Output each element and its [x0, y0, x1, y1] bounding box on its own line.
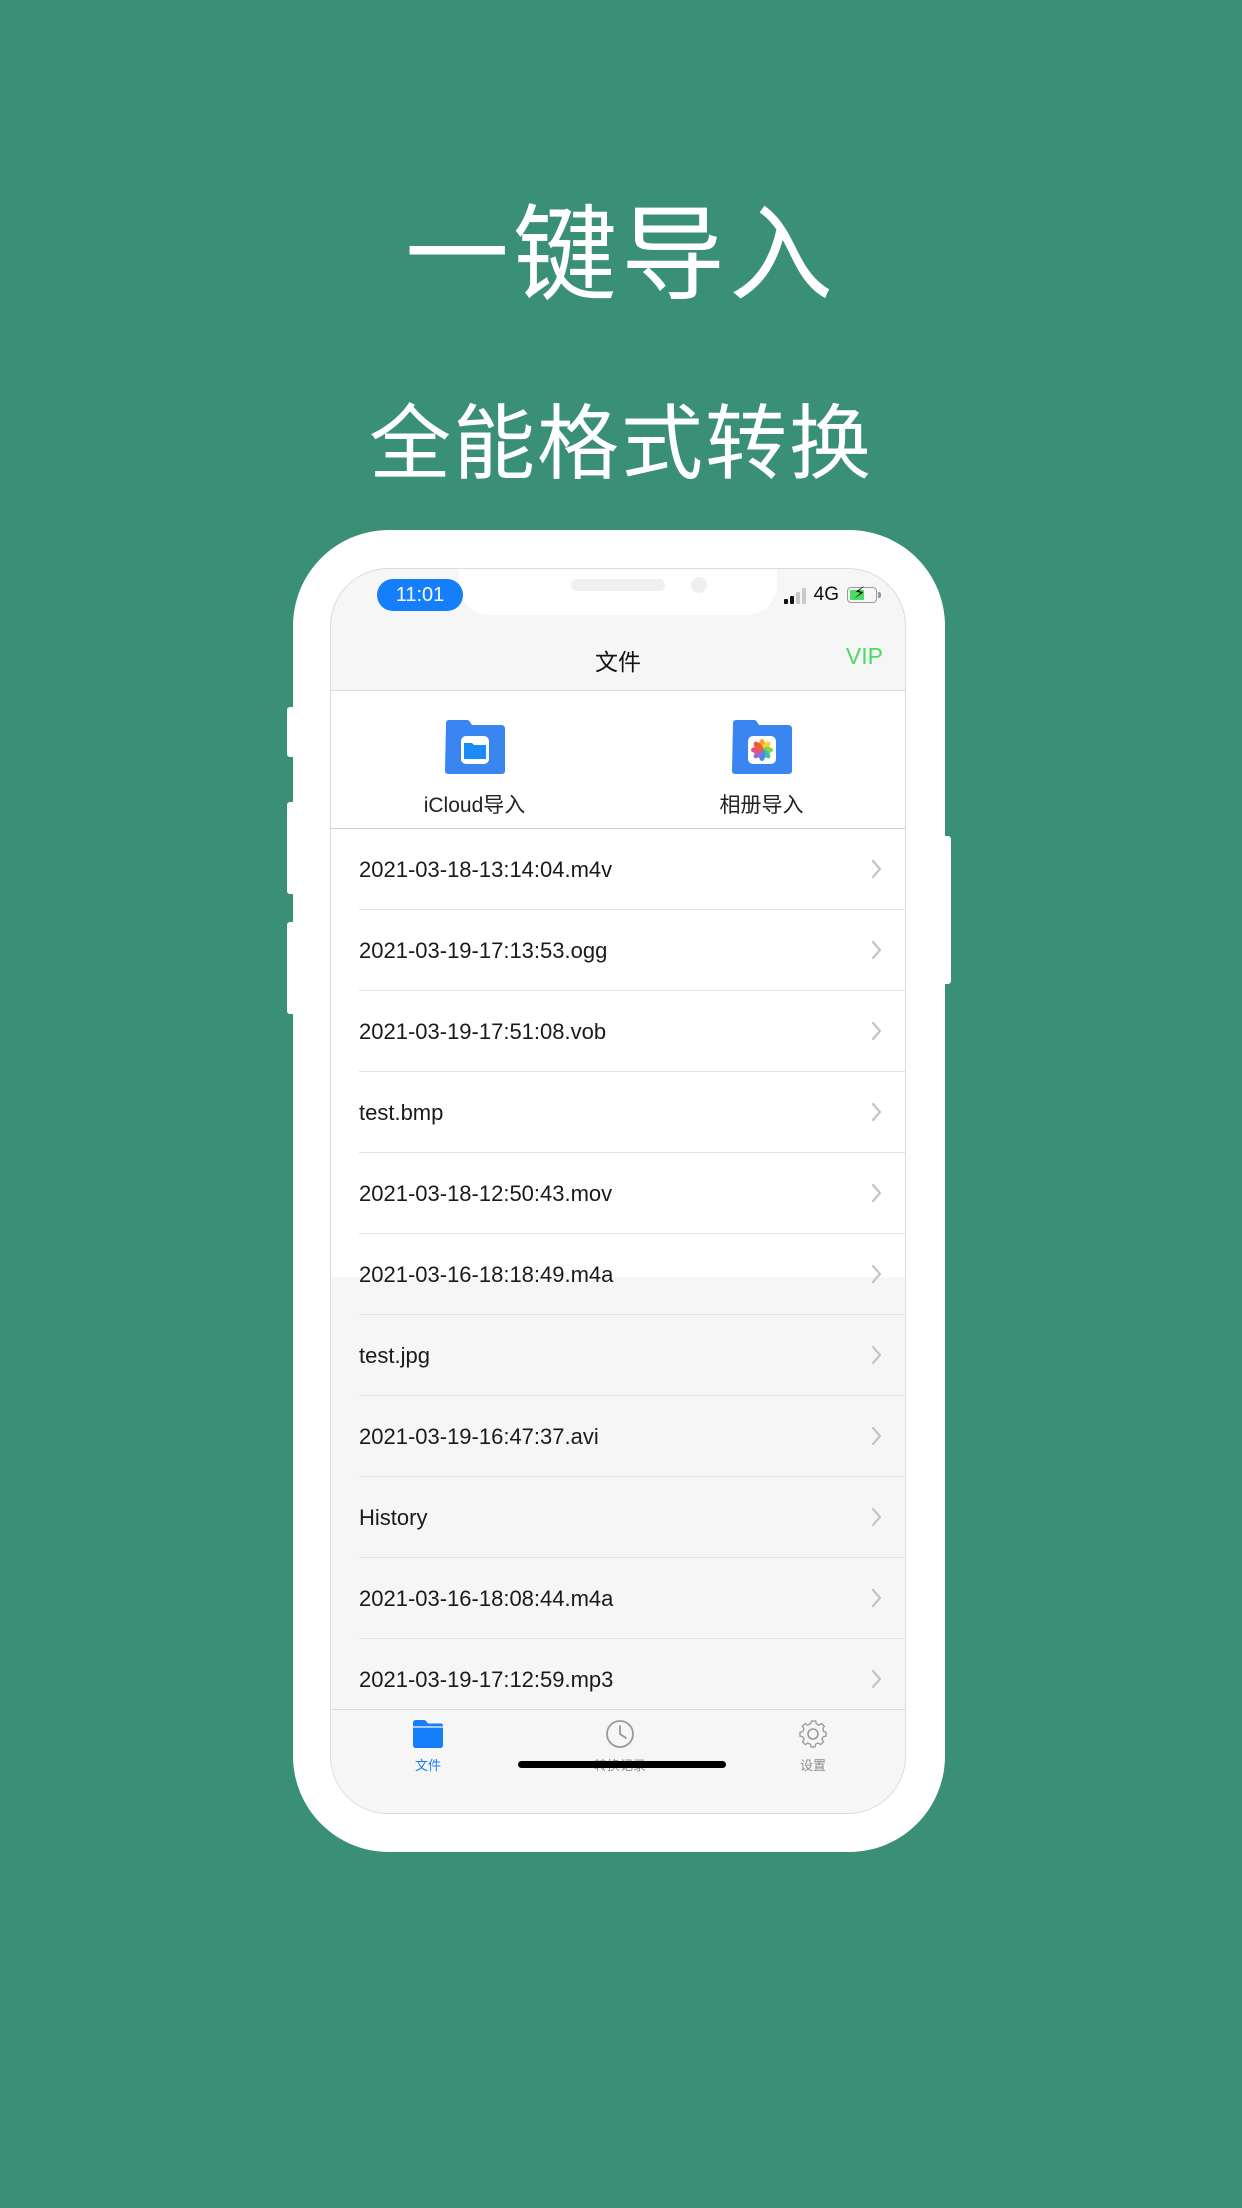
chevron-right-icon — [871, 940, 882, 960]
album-import-button[interactable]: 相册导入 — [618, 691, 905, 828]
gear-icon — [799, 1720, 827, 1748]
promo-subheadline: 全能格式转换 — [368, 397, 873, 492]
file-list-item[interactable]: 2021-03-19-16:47:37.avi — [331, 1396, 905, 1477]
chevron-right-icon — [871, 1507, 882, 1527]
file-list-item[interactable]: History — [331, 1477, 905, 1558]
network-type: 4G — [813, 584, 839, 605]
front-camera — [691, 577, 707, 593]
chevron-right-icon — [871, 1588, 882, 1608]
chevron-right-icon — [871, 1345, 882, 1365]
icloud-import-button[interactable]: iCloud导入 — [331, 691, 618, 828]
file-name: 2021-03-16-18:18:49.m4a — [359, 1262, 614, 1287]
import-options: iCloud导入 相册导入 — [331, 691, 905, 829]
vip-button[interactable]: VIP — [846, 643, 883, 670]
file-list-item[interactable]: 2021-03-19-17:51:08.vob — [331, 991, 905, 1072]
icloud-import-label: iCloud导入 — [423, 794, 526, 817]
tab-settings[interactable]: 设置 — [753, 1718, 873, 1774]
clock-icon — [606, 1720, 634, 1748]
file-list-item[interactable]: 2021-03-19-17:12:59.mp3 — [331, 1639, 905, 1720]
file-list-item[interactable]: 2021-03-16-18:08:44.m4a — [331, 1558, 905, 1639]
photos-folder-icon — [731, 720, 792, 774]
signal-icon — [783, 586, 806, 604]
speaker-grille — [571, 579, 665, 591]
promo-headline: 一键导入 — [404, 194, 837, 316]
file-name: 2021-03-16-18:08:44.m4a — [359, 1586, 614, 1611]
page-title: 文件 — [595, 649, 641, 675]
file-list-item[interactable]: 2021-03-19-17:13:53.ogg — [331, 910, 905, 991]
battery-icon: ⚡︎ — [847, 585, 881, 603]
folder-icon — [413, 1720, 443, 1748]
chevron-right-icon — [871, 1264, 882, 1284]
status-indicators: 4G ⚡︎ — [783, 583, 881, 607]
chevron-right-icon — [871, 1102, 882, 1122]
file-list-item[interactable]: 2021-03-18-12:50:43.mov — [331, 1153, 905, 1234]
file-name: 2021-03-18-12:50:43.mov — [359, 1181, 613, 1206]
file-list: 2021-03-18-13:14:04.m4v 2021-03-19-17:13:… — [331, 829, 905, 1720]
album-import-label: 相册导入 — [719, 794, 804, 817]
chevron-right-icon — [871, 1021, 882, 1041]
file-list-item[interactable]: 2021-03-16-18:18:49.m4a — [331, 1234, 905, 1315]
file-list-item[interactable]: test.bmp — [331, 1072, 905, 1153]
notch — [459, 569, 777, 615]
tab-files[interactable]: 文件 — [368, 1718, 488, 1774]
file-list-item[interactable]: 2021-03-18-13:14:04.m4v — [331, 829, 905, 910]
file-name: 2021-03-19-17:12:59.mp3 — [359, 1667, 614, 1692]
file-name: 2021-03-19-17:51:08.vob — [359, 1019, 607, 1044]
tab-bar: 文件 转换记录 设置 — [331, 1709, 905, 1813]
charging-bolt-icon: ⚡︎ — [854, 585, 866, 602]
phone-screen: 11:01 4G ⚡︎ 文件 VIP iCloud导入 相册导入 2021-03… — [330, 568, 906, 1814]
status-time: 11:01 — [377, 579, 463, 611]
file-list-item[interactable]: test.jpg — [331, 1315, 905, 1396]
file-name: test.bmp — [359, 1100, 444, 1125]
chevron-right-icon — [871, 859, 882, 879]
tab-files-label: 文件 — [414, 1758, 441, 1773]
chevron-right-icon — [871, 1183, 882, 1203]
tab-settings-label: 设置 — [799, 1758, 826, 1773]
files-folder-icon — [444, 720, 505, 774]
file-name: 2021-03-19-17:13:53.ogg — [359, 938, 608, 963]
file-name: 2021-03-18-13:14:04.m4v — [359, 857, 613, 882]
files-content: iCloud导入 相册导入 2021-03-18-13:14:04.m4v 20… — [331, 691, 905, 1720]
navigation-bar: 文件 VIP — [331, 633, 905, 691]
home-indicator[interactable] — [518, 1761, 726, 1768]
file-name: History — [359, 1505, 428, 1530]
file-name: 2021-03-19-16:47:37.avi — [359, 1424, 599, 1449]
chevron-right-icon — [871, 1426, 882, 1446]
file-name: test.jpg — [359, 1343, 430, 1368]
chevron-right-icon — [871, 1669, 882, 1689]
